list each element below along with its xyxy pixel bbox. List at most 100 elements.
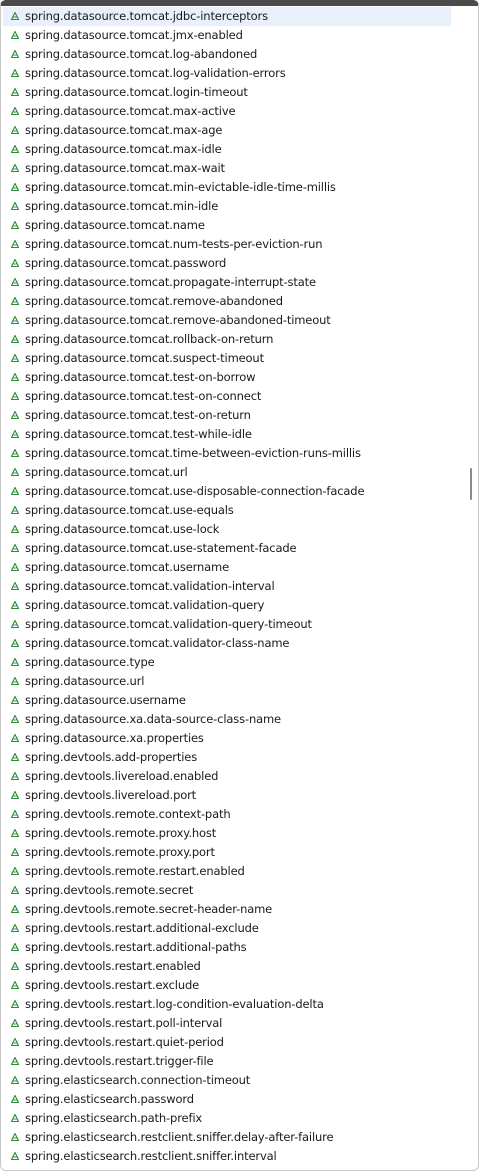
list-item[interactable]: spring.datasource.tomcat.log-validation-… <box>3 64 451 83</box>
property-triangle-icon <box>11 430 19 438</box>
list-item[interactable]: spring.devtools.livereload.enabled <box>3 767 451 786</box>
list-item[interactable]: spring.devtools.restart.additional-paths <box>3 938 451 957</box>
list-item[interactable]: spring.datasource.tomcat.url <box>3 463 451 482</box>
list-item[interactable]: spring.datasource.tomcat.propagate-inter… <box>3 273 451 292</box>
property-triangle-icon <box>11 1133 19 1141</box>
property-triangle-icon <box>11 126 19 134</box>
list-item[interactable]: spring.devtools.remote.restart.enabled <box>3 862 451 881</box>
list-item[interactable]: spring.devtools.remote.proxy.host <box>3 824 451 843</box>
list-item[interactable]: spring.datasource.tomcat.max-age <box>3 121 451 140</box>
list-item[interactable]: spring.datasource.tomcat.rollback-on-ret… <box>3 330 451 349</box>
list-item[interactable]: spring.datasource.tomcat.max-wait <box>3 159 451 178</box>
list-item-label: spring.elasticsearch.restclient.sniffer.… <box>25 1149 277 1163</box>
list-item[interactable]: spring.elasticsearch.connection-timeout <box>3 1071 451 1090</box>
list-item[interactable]: spring.datasource.tomcat.validator-class… <box>3 634 451 653</box>
list-item-label: spring.datasource.tomcat.suspect-timeout <box>25 351 264 365</box>
property-triangle-icon <box>11 981 19 989</box>
list-item[interactable]: spring.elasticsearch.restclient.sniffer.… <box>3 1147 451 1166</box>
list-item-label: spring.devtools.remote.proxy.host <box>25 826 217 840</box>
list-item-label: spring.datasource.tomcat.time-between-ev… <box>25 446 361 460</box>
list-item[interactable]: spring.devtools.remote.secret-header-nam… <box>3 900 451 919</box>
list-item[interactable]: spring.datasource.type <box>3 653 451 672</box>
list-item[interactable]: spring.datasource.xa.properties <box>3 729 451 748</box>
list-item[interactable]: spring.elasticsearch.path-prefix <box>3 1109 451 1128</box>
list-item[interactable]: spring.datasource.tomcat.test-on-connect <box>3 387 451 406</box>
list-item[interactable]: spring.datasource.tomcat.remove-abandone… <box>3 292 451 311</box>
property-triangle-icon <box>11 297 19 305</box>
list-item[interactable]: spring.datasource.tomcat.max-active <box>3 102 451 121</box>
list-item[interactable]: spring.devtools.remote.secret <box>3 881 451 900</box>
list-item[interactable]: spring.devtools.remote.proxy.port <box>3 843 451 862</box>
list-item-label: spring.datasource.tomcat.login-timeout <box>25 85 248 99</box>
list-item[interactable]: spring.datasource.tomcat.jmx-enabled <box>3 26 451 45</box>
property-triangle-icon <box>11 886 19 894</box>
list-item[interactable]: spring.datasource.tomcat.validation-quer… <box>3 596 451 615</box>
list-item[interactable]: spring.datasource.url <box>3 672 451 691</box>
list-item-label: spring.datasource.tomcat.validation-inte… <box>25 579 275 593</box>
list-item[interactable]: spring.datasource.tomcat.jdbc-intercepto… <box>3 7 451 26</box>
property-triangle-icon <box>11 1057 19 1065</box>
property-triangle-icon <box>11 772 19 780</box>
list-item[interactable]: spring.datasource.tomcat.max-idle <box>3 140 451 159</box>
list-item[interactable]: spring.datasource.tomcat.password <box>3 254 451 273</box>
list-item[interactable]: spring.devtools.restart.trigger-file <box>3 1052 451 1071</box>
list-item[interactable]: spring.datasource.tomcat.min-evictable-i… <box>3 178 451 197</box>
list-item[interactable]: spring.devtools.restart.exclude <box>3 976 451 995</box>
property-list[interactable]: spring.datasource.tomcat.jdbc-intercepto… <box>1 6 464 1170</box>
list-item[interactable]: spring.datasource.username <box>3 691 451 710</box>
list-item[interactable]: spring.datasource.xa.data-source-class-n… <box>3 710 451 729</box>
list-item[interactable]: spring.datasource.tomcat.suspect-timeout <box>3 349 451 368</box>
list-item[interactable]: spring.datasource.tomcat.login-timeout <box>3 83 451 102</box>
list-item-label: spring.datasource.tomcat.test-while-idle <box>25 427 252 441</box>
list-item[interactable]: spring.devtools.remote.context-path <box>3 805 451 824</box>
list-item[interactable]: spring.elasticsearch.password <box>3 1090 451 1109</box>
list-item[interactable]: spring.datasource.tomcat.test-on-borrow <box>3 368 451 387</box>
list-item[interactable]: spring.datasource.tomcat.remove-abandone… <box>3 311 451 330</box>
list-item[interactable]: spring.devtools.restart.quiet-period <box>3 1033 451 1052</box>
property-triangle-icon <box>11 164 19 172</box>
list-item-label: spring.devtools.livereload.port <box>25 788 197 802</box>
property-triangle-icon <box>11 810 19 818</box>
list-item[interactable]: spring.datasource.tomcat.username <box>3 558 451 577</box>
list-item-label: spring.devtools.add-properties <box>25 750 198 764</box>
property-triangle-icon <box>11 829 19 837</box>
list-item[interactable]: spring.datasource.tomcat.name <box>3 216 451 235</box>
list-item[interactable]: spring.devtools.restart.enabled <box>3 957 451 976</box>
list-item[interactable]: spring.devtools.restart.log-condition-ev… <box>3 995 451 1014</box>
list-item[interactable]: spring.datasource.tomcat.use-disposable-… <box>3 482 451 501</box>
list-item-label: spring.devtools.restart.trigger-file <box>25 1054 214 1068</box>
property-triangle-icon <box>11 50 19 58</box>
list-item-label: spring.datasource.username <box>25 693 186 707</box>
list-item[interactable]: spring.devtools.add-properties <box>3 748 451 767</box>
list-item[interactable]: spring.datasource.tomcat.num-tests-per-e… <box>3 235 451 254</box>
property-triangle-icon <box>11 525 19 533</box>
list-item[interactable]: spring.devtools.restart.additional-exclu… <box>3 919 451 938</box>
list-item[interactable]: spring.datasource.tomcat.use-equals <box>3 501 451 520</box>
property-triangle-icon <box>11 107 19 115</box>
list-item[interactable]: spring.datasource.tomcat.min-idle <box>3 197 451 216</box>
list-item[interactable]: spring.devtools.livereload.port <box>3 786 451 805</box>
list-item[interactable]: spring.elasticsearch.restclient.sniffer.… <box>3 1128 451 1147</box>
list-item[interactable]: spring.datasource.tomcat.use-lock <box>3 520 451 539</box>
list-item-label: spring.devtools.restart.enabled <box>25 959 201 973</box>
property-triangle-icon <box>11 696 19 704</box>
property-triangle-icon <box>11 658 19 666</box>
property-triangle-icon <box>11 240 19 248</box>
list-item[interactable]: spring.datasource.tomcat.log-abandoned <box>3 45 451 64</box>
property-triangle-icon <box>11 449 19 457</box>
scrollbar-thumb[interactable] <box>470 468 472 500</box>
list-item-label: spring.datasource.tomcat.use-equals <box>25 503 234 517</box>
property-triangle-icon <box>11 259 19 267</box>
list-item[interactable]: spring.datasource.tomcat.test-while-idle <box>3 425 451 444</box>
property-triangle-icon <box>11 411 19 419</box>
property-triangle-icon <box>11 202 19 210</box>
list-item-label: spring.datasource.tomcat.validation-quer… <box>25 598 265 612</box>
list-item[interactable]: spring.devtools.restart.poll-interval <box>3 1014 451 1033</box>
list-item-label: spring.datasource.tomcat.max-age <box>25 123 223 137</box>
list-item[interactable]: spring.datasource.tomcat.use-statement-f… <box>3 539 451 558</box>
list-item[interactable]: spring.datasource.tomcat.validation-quer… <box>3 615 451 634</box>
list-item[interactable]: spring.datasource.tomcat.validation-inte… <box>3 577 451 596</box>
list-item-label: spring.devtools.remote.restart.enabled <box>25 864 245 878</box>
list-item[interactable]: spring.datasource.tomcat.time-between-ev… <box>3 444 451 463</box>
list-item[interactable]: spring.datasource.tomcat.test-on-return <box>3 406 451 425</box>
